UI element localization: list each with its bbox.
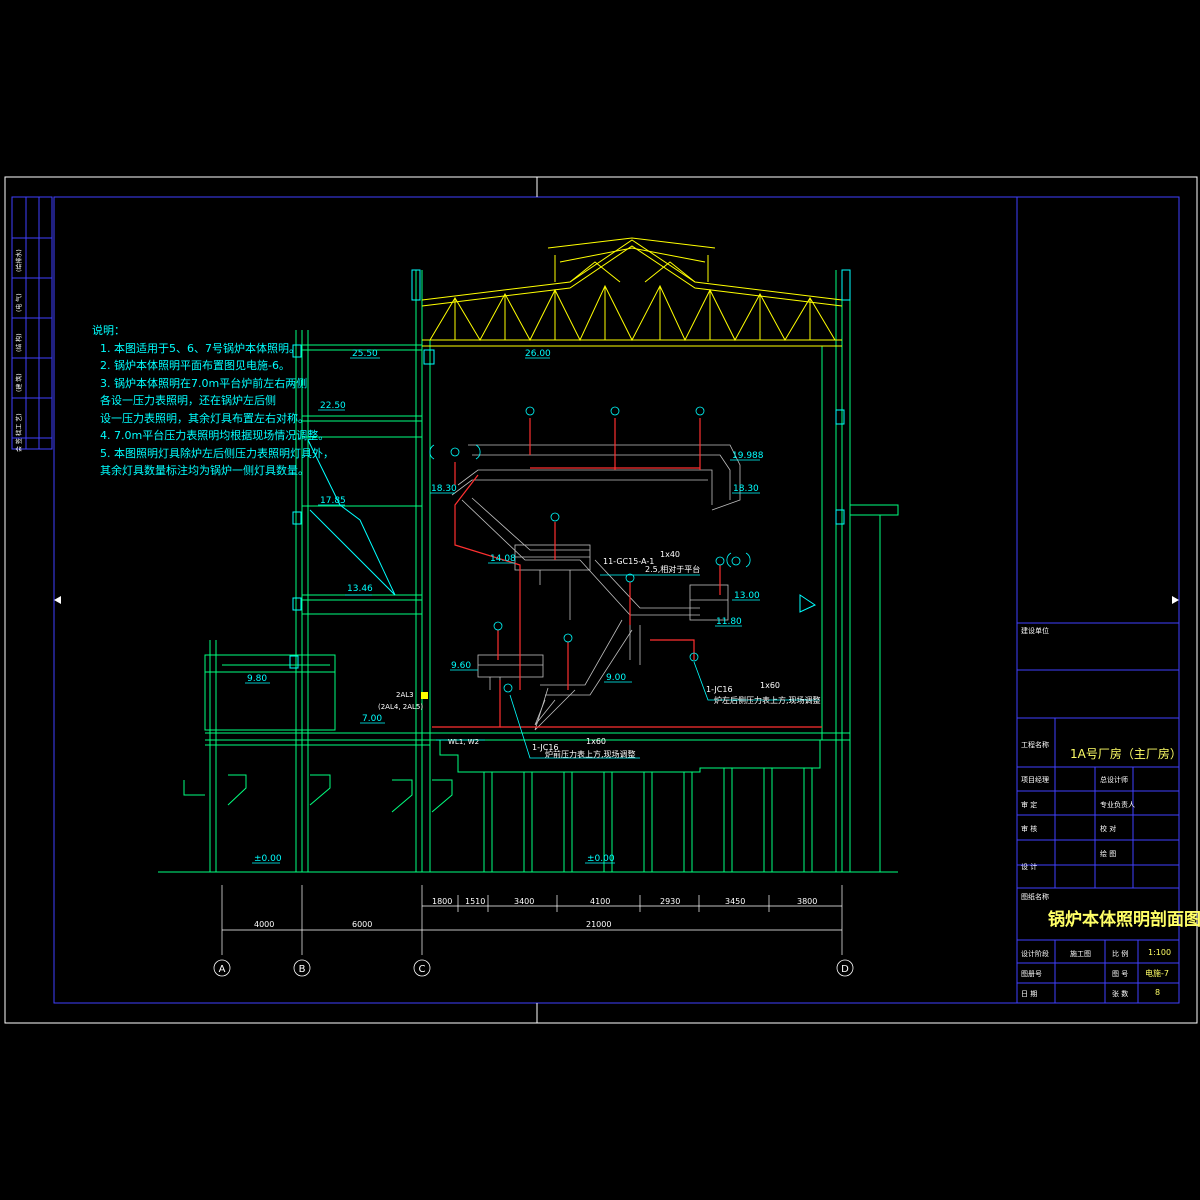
notes-line: 1. 本图适用于5、6、7号锅炉本体照明。 [100, 341, 300, 355]
elev-label: 26.00 [525, 349, 551, 359]
center-mark-left [54, 596, 61, 604]
scale-label: 比 例 [1112, 950, 1129, 958]
strip-label-5: (给排水) [15, 249, 23, 272]
circuit-label: 2AL3 [396, 691, 414, 699]
row2-right: 专业负责人 [1100, 801, 1135, 809]
elev-label: ±0.00 [587, 854, 615, 864]
row1-label: 项目经理 [1021, 776, 1049, 784]
elev-label: 13.46 [347, 584, 373, 594]
title-block [1016, 197, 1179, 1003]
elev-label: 18.30 [733, 484, 759, 494]
notes-line: 2. 锅炉本体照明平面布置图见电施-6。 [100, 359, 290, 372]
elev-label: 18.30 [431, 484, 457, 494]
boiler-stairs [451, 444, 741, 731]
signoff-strip [11, 196, 53, 450]
center-mark-right [1172, 596, 1179, 604]
notes-line: 3. 锅炉本体照明在7.0m平台炉前左右两侧 [100, 376, 308, 390]
build-unit-label: 建设单位 [1021, 627, 1049, 635]
circuit-label: WL1, W2 [448, 738, 479, 746]
notes-line: 5. 本图照明灯具除炉左后侧压力表照明灯具外， [100, 446, 334, 460]
elev-label: 13.00 [734, 591, 760, 601]
roof-truss [421, 237, 843, 347]
project-name: 1A号厂房（主厂房） [1070, 747, 1182, 761]
notes-line: 4. 7.0m平台压力表照明均根据现场情况调整。 [100, 429, 330, 442]
circuit-label: 1x40 [660, 550, 680, 559]
project-label: 工程名称 [1021, 741, 1049, 749]
elev-label: 25.50 [352, 349, 378, 359]
row4-right: 绘 图 [1100, 850, 1117, 858]
elev-label: 14.08 [490, 554, 516, 564]
stage-label: 设计阶段 [1021, 950, 1049, 958]
notes-line: 各设一压力表照明，还在锅炉左后侧 [100, 394, 276, 407]
dim-label: 1510 [465, 897, 485, 906]
stage-value: 施工图 [1070, 950, 1091, 958]
dim-label: 3800 [797, 897, 817, 906]
drawing-title: 锅炉本体照明剖面图 [1048, 910, 1200, 930]
circuit-label: 1x60 [760, 681, 780, 690]
date-label: 日 期 [1021, 990, 1038, 998]
elev-label: 11.80 [716, 617, 742, 627]
scale-value: 1:100 [1148, 948, 1172, 957]
circuit-label: 炉前压力表上方,现场调整 [545, 749, 636, 759]
circuit-label: 2.5,相对于平台 [645, 564, 700, 574]
sheets-value: 8 [1155, 988, 1161, 997]
row3-right: 校 对 [1100, 825, 1117, 833]
dim-label: 21000 [586, 920, 611, 929]
circuit-label: 1-JC16 [706, 685, 733, 694]
axis-label-b: B [299, 964, 306, 975]
archive-label: 图册号 [1021, 970, 1042, 978]
dim-label: 3400 [514, 897, 534, 906]
notes-heading: 说明： [92, 324, 125, 337]
elev-label: 7.00 [362, 714, 382, 724]
elev-label: 17.85 [320, 496, 346, 506]
strip-label-2: (建 筑) [15, 373, 23, 392]
elev-label: 9.80 [247, 674, 267, 684]
elev-label: ±0.00 [254, 854, 282, 864]
circuit-label: 炉左后侧压力表上方,现场调整 [714, 695, 821, 705]
notes-line: 其余灯具数量标注均为锅炉一侧灯具数量。 [100, 464, 309, 477]
drawing-canvas: (工 艺) (建 筑) (结 构) (电 气) (给排水) 会 签 栏 25.5… [4, 176, 1198, 1024]
dim-label: 6000 [352, 920, 372, 929]
row4-label: 设 计 [1021, 863, 1038, 871]
dim-label: 4100 [590, 897, 610, 906]
strip-label-6: 会 签 栏 [15, 430, 23, 452]
dim-label: 2930 [660, 897, 680, 906]
dim-label: 1800 [432, 897, 452, 906]
strip-label-4: (电 气) [15, 293, 23, 312]
elev-label: 19.988 [732, 451, 764, 461]
axis-label-d: D [841, 964, 849, 975]
axis-label-a: A [219, 964, 226, 975]
elev-label: 9.60 [451, 661, 471, 671]
row2-label: 审 定 [1021, 801, 1038, 809]
leader-lines [436, 574, 820, 759]
row3-label: 审 核 [1021, 825, 1038, 833]
elev-label: 9.00 [606, 673, 626, 683]
drawing-no-value: 电施-7 [1145, 969, 1169, 978]
circuit-label: (2AL4, 2AL5) [378, 703, 423, 711]
axis-label-c: C [419, 964, 426, 975]
design-notes: 说明： 1. 本图适用于5、6、7号锅炉本体照明。 2. 锅炉本体照明平面布置图… [92, 322, 334, 480]
strip-label-1: (工 艺) [15, 413, 23, 432]
sheets-label: 张 数 [1112, 990, 1129, 998]
drawing-no-label: 图 号 [1112, 970, 1129, 978]
dim-label: 4000 [254, 920, 274, 929]
dim-label: 3450 [725, 897, 745, 906]
notes-line: 设一压力表照明，其余灯具布置左右对称。 [100, 411, 309, 425]
circuit-label: 1x60 [586, 737, 606, 746]
axis-bubbles [213, 959, 854, 977]
row1-right: 总设计师 [1100, 776, 1128, 784]
dimension-lines [221, 885, 843, 955]
strip-label-3: (结 构) [15, 333, 23, 352]
drawing-name-label: 图纸名称 [1021, 893, 1049, 901]
distribution-box [421, 692, 428, 699]
